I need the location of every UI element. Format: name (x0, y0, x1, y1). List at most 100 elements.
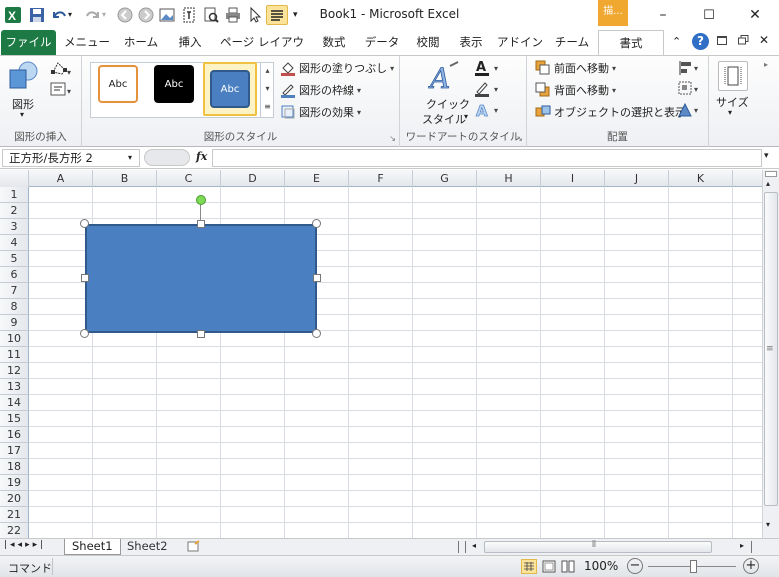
resize-handle-bottom[interactable] (197, 330, 205, 338)
formula-input[interactable] (212, 149, 762, 167)
row-header[interactable]: 7 (0, 283, 29, 299)
horizontal-scrollbar[interactable]: ◂ ⦀ ▸ (458, 540, 762, 554)
help-icon[interactable]: ? (692, 33, 709, 50)
selected-rectangle-shape[interactable] (85, 224, 317, 333)
split-box-icon[interactable] (765, 171, 777, 177)
tab-review[interactable]: 校閲 (410, 30, 446, 55)
select-all-corner[interactable] (0, 170, 29, 187)
sheet-nav-icons[interactable]: |◂◂▸▸| (4, 540, 46, 550)
column-header[interactable]: K (669, 170, 733, 187)
resize-handle-bottom-left[interactable] (80, 329, 89, 338)
row-header[interactable]: 15 (0, 411, 29, 427)
shape-fill-button[interactable]: 図形の塗りつぶし ▾ (280, 59, 394, 77)
row-header[interactable]: 1 (0, 187, 29, 203)
zoom-slider-thumb[interactable] (690, 560, 697, 573)
row-header[interactable]: 18 (0, 459, 29, 475)
text-outline-button[interactable]: ▾ (474, 80, 504, 98)
tab-split-handle[interactable] (458, 541, 466, 553)
scroll-up-icon[interactable]: ▴ (766, 179, 770, 188)
text-effects-button[interactable]: A ▾ (474, 101, 504, 121)
sheet-tab-2[interactable]: Sheet2 (120, 539, 175, 555)
wordart-launcher-icon[interactable]: ↘ (516, 134, 523, 143)
column-header[interactable]: F (349, 170, 413, 187)
row-header[interactable]: 5 (0, 251, 29, 267)
size-icon[interactable] (718, 61, 748, 91)
tab-data[interactable]: データ (360, 30, 404, 55)
workbook-restore-icon[interactable] (738, 35, 749, 45)
resize-handle-left[interactable] (81, 274, 89, 282)
row-header[interactable]: 22 (0, 523, 29, 538)
align-button[interactable]: ▾ (677, 59, 703, 77)
bring-forward-button[interactable]: 前面へ移動 ▾ (535, 59, 616, 77)
scroll-left-icon[interactable]: ◂ (472, 541, 476, 550)
tab-view[interactable]: 表示 (452, 30, 490, 55)
hsplit-icon[interactable] (751, 541, 759, 553)
shape-styles-launcher-icon[interactable]: ↘ (389, 134, 396, 143)
zoom-out-icon[interactable]: − (627, 558, 643, 574)
expand-formula-bar-icon[interactable]: ▾ (764, 151, 769, 161)
row-header[interactable]: 3 (0, 219, 29, 235)
zoom-in-icon[interactable]: + (743, 558, 759, 574)
shapes-icon[interactable] (8, 60, 40, 94)
rotation-handle[interactable] (196, 195, 206, 205)
shape-effects-button[interactable]: 図形の効果 ▾ (280, 103, 361, 121)
send-backward-button[interactable]: 背面へ移動 ▾ (535, 81, 616, 99)
row-header[interactable]: 12 (0, 363, 29, 379)
close-button[interactable]: ✕ (735, 2, 775, 28)
tab-format[interactable]: 書式 (598, 30, 664, 56)
row-header[interactable]: 14 (0, 395, 29, 411)
quick-style-icon[interactable]: A (427, 60, 462, 95)
text-box-draw-icon[interactable]: ▾ (50, 81, 74, 97)
scroll-right-icon[interactable]: ▸ (740, 541, 744, 550)
row-header[interactable]: 9 (0, 315, 29, 331)
text-fill-button[interactable]: A ▾ (474, 59, 504, 77)
resize-handle-right[interactable] (313, 274, 321, 282)
tab-page-layout[interactable]: ページ レイアウト (216, 30, 308, 73)
column-header[interactable]: C (157, 170, 221, 187)
selection-pane-button[interactable]: オブジェクトの選択と表示 (535, 103, 686, 121)
tab-addins[interactable]: アドイン (496, 30, 544, 55)
row-header[interactable]: 13 (0, 379, 29, 395)
row-header[interactable]: 6 (0, 267, 29, 283)
column-header[interactable]: D (221, 170, 285, 187)
row-header[interactable]: 4 (0, 235, 29, 251)
column-header[interactable]: G (413, 170, 477, 187)
workbook-minimize-icon[interactable] (717, 36, 727, 45)
workbook-close-icon[interactable]: ✕ (759, 33, 769, 47)
row-header[interactable]: 21 (0, 507, 29, 523)
name-box-dropdown-icon[interactable]: ▾ (128, 153, 132, 162)
row-header[interactable]: 20 (0, 491, 29, 507)
column-header[interactable]: H (477, 170, 541, 187)
size-label[interactable]: サイズ (716, 94, 749, 110)
maximize-button[interactable]: ☐ (689, 2, 729, 28)
quick-style-dropdown-icon[interactable]: ▾ (464, 112, 468, 121)
row-header[interactable]: 19 (0, 475, 29, 491)
row-header[interactable]: 8 (0, 299, 29, 315)
column-header[interactable]: E (285, 170, 349, 187)
shape-outline-button[interactable]: 図形の枠線 ▾ (280, 81, 361, 99)
rotate-button[interactable]: ▾ (677, 101, 703, 119)
shapes-dropdown-icon[interactable]: ▾ (20, 110, 24, 119)
scroll-down-icon[interactable]: ▾ (766, 520, 770, 529)
column-header[interactable]: B (93, 170, 157, 187)
page-break-view-icon[interactable] (560, 559, 576, 574)
tab-file[interactable]: ファイル (1, 30, 56, 55)
quick-style-label-2[interactable]: スタイル (422, 111, 466, 127)
quick-style-label-1[interactable]: クイック (426, 96, 470, 112)
edit-shape-icon[interactable]: ▾ (50, 60, 72, 77)
minimize-ribbon-icon[interactable]: ⌃ (672, 35, 681, 48)
name-box[interactable]: 正方形/長方形 2 (2, 149, 140, 167)
tab-formulas[interactable]: 数式 (314, 30, 354, 55)
style-swatch-black-fill[interactable]: Abc (154, 65, 194, 103)
style-swatch-blue-fill[interactable]: Abc (210, 70, 250, 108)
column-header[interactable]: I (541, 170, 605, 187)
minimize-button[interactable]: – (643, 2, 683, 28)
normal-view-icon[interactable] (521, 559, 537, 574)
vertical-scrollbar[interactable]: ▴ ≡ ▾ (762, 170, 779, 538)
row-header[interactable]: 17 (0, 443, 29, 459)
insert-sheet-icon[interactable] (186, 540, 202, 553)
tab-insert[interactable]: 挿入 (170, 30, 210, 55)
column-header[interactable]: J (605, 170, 669, 187)
zoom-level[interactable]: 100% (584, 559, 618, 573)
resize-handle-top-left[interactable] (80, 219, 89, 228)
